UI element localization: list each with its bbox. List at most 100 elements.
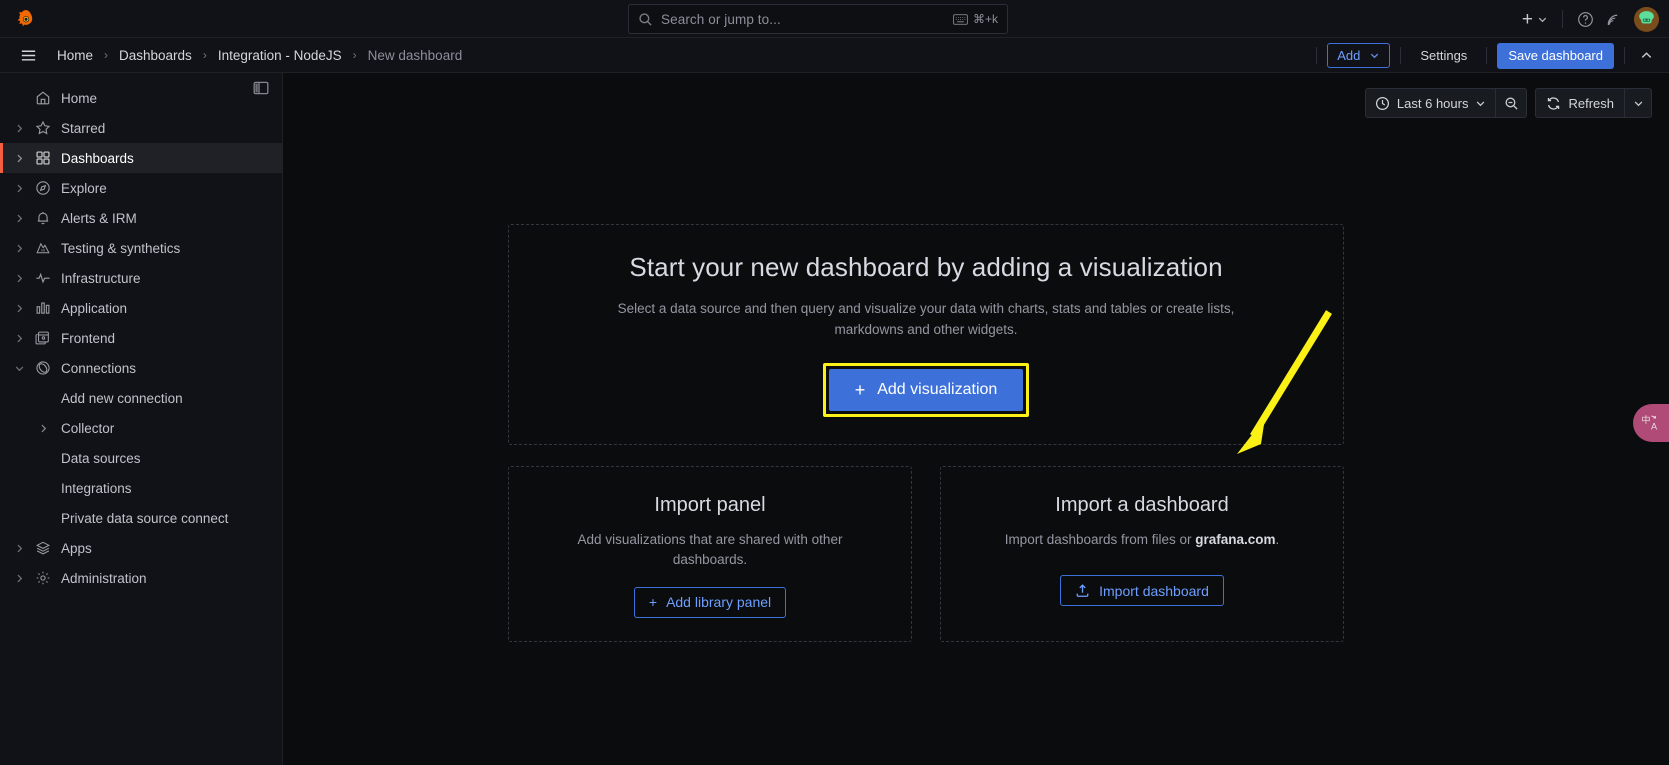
- collapse-toolbar-button[interactable]: [1635, 45, 1657, 67]
- sidebar-item-label: Apps: [61, 540, 92, 556]
- dashboards-grid-icon: [30, 150, 56, 166]
- breadcrumb-item-home[interactable]: Home: [55, 48, 95, 63]
- import-dashboard-label: Import dashboard: [1099, 582, 1209, 599]
- search-shortcut-hint: ⌘+k: [953, 12, 998, 26]
- chevron-right-icon[interactable]: [8, 297, 30, 319]
- bell-icon: [30, 210, 56, 226]
- sidebar-item-starred[interactable]: Starred: [0, 113, 282, 143]
- news-feed-button[interactable]: [1599, 5, 1626, 33]
- action-divider: [1486, 47, 1488, 64]
- sidebar-item-label: Integrations: [61, 480, 132, 496]
- save-dashboard-button[interactable]: Save dashboard: [1497, 42, 1614, 69]
- add-button-label: Add: [1337, 48, 1361, 63]
- add-visualization-card: Start your new dashboard by adding a vis…: [508, 224, 1344, 445]
- help-button[interactable]: [1572, 5, 1599, 33]
- dashboard-action-bar: Add Settings Save dashboard: [1306, 38, 1657, 73]
- sidebar-item-label: Collector: [61, 420, 115, 436]
- time-range-picker-button[interactable]: Last 6 hours: [1366, 89, 1496, 117]
- sidebar-item-alerts-irm[interactable]: Alerts & IRM: [0, 203, 282, 233]
- connections-rings-icon: [30, 360, 56, 376]
- search-icon: [639, 12, 652, 26]
- sidebar-item-dashboards[interactable]: Dashboards: [0, 143, 282, 173]
- breadcrumb-item-integration-nodejs[interactable]: Integration - NodeJS: [216, 48, 344, 63]
- sidebar-item-connections[interactable]: Connections: [0, 353, 282, 383]
- new-item-button[interactable]: +: [1517, 5, 1553, 33]
- grafana-com-link[interactable]: grafana.com: [1195, 532, 1275, 547]
- grafana-logo-icon[interactable]: [0, 0, 52, 38]
- chevron-right-icon[interactable]: [8, 117, 30, 139]
- plus-icon: +: [854, 379, 866, 400]
- description-suffix: .: [1275, 532, 1280, 547]
- chevron-right-icon[interactable]: [8, 207, 30, 229]
- sidebar-item-collector[interactable]: Collector: [0, 413, 282, 443]
- topbar-divider: [1562, 10, 1563, 28]
- chevron-right-icon[interactable]: [8, 147, 30, 169]
- global-search-input[interactable]: Search or jump to... ⌘+k: [628, 4, 1008, 34]
- chevron-down-icon: [1634, 100, 1642, 106]
- hamburger-menu-icon[interactable]: [17, 44, 39, 66]
- import-panel-title: Import panel: [654, 494, 766, 516]
- compass-icon: [30, 180, 56, 196]
- sidebar-item-frontend[interactable]: Frontend: [0, 323, 282, 353]
- user-avatar[interactable]: [1634, 6, 1659, 32]
- sidebar-item-data-sources[interactable]: Data sources: [0, 443, 282, 473]
- add-library-panel-label: Add library panel: [666, 594, 772, 610]
- chevron-right-icon[interactable]: [8, 177, 30, 199]
- dashboard-settings-button[interactable]: Settings: [1411, 43, 1476, 68]
- sidebar-item-label: Home: [61, 90, 98, 106]
- caret-placeholder: [8, 387, 30, 409]
- plus-icon: +: [1521, 8, 1533, 30]
- primary-sidebar: Home Starred Dashboards Explore Alerts &…: [0, 73, 283, 765]
- chevron-right-icon[interactable]: [8, 567, 30, 589]
- translate-widget-button[interactable]: 中 A: [1633, 404, 1669, 442]
- sidebar-item-integrations[interactable]: Integrations: [0, 473, 282, 503]
- sidebar-item-private-data-source-connect[interactable]: Private data source connect: [0, 503, 282, 533]
- plus-icon: +: [648, 594, 658, 610]
- chevron-down-icon[interactable]: [8, 357, 30, 379]
- refresh-button[interactable]: Refresh: [1536, 89, 1624, 117]
- chevron-right-icon[interactable]: [8, 237, 30, 259]
- breadcrumb-separator: ›: [352, 48, 357, 62]
- breadcrumb-separator: ›: [104, 48, 109, 62]
- sidebar-item-label: Add new connection: [61, 390, 183, 406]
- chevron-right-icon[interactable]: [8, 267, 30, 289]
- import-dashboard-title: Import a dashboard: [1055, 494, 1229, 516]
- chevron-right-icon[interactable]: [8, 537, 30, 559]
- description-prefix: Import dashboards from files or: [1004, 532, 1196, 547]
- page-title: Start your new dashboard by adding a vis…: [629, 251, 1223, 282]
- caret-placeholder: [8, 417, 30, 439]
- zoom-out-icon: [1505, 97, 1518, 110]
- sidebar-item-infrastructure[interactable]: Infrastructure: [0, 263, 282, 293]
- import-dashboard-card: Import a dashboard Import dashboards fro…: [940, 466, 1344, 642]
- sidebar-item-administration[interactable]: Administration: [0, 563, 282, 593]
- home-icon: [30, 90, 56, 106]
- dashboard-toolbar: Last 6 hours Refresh: [1364, 88, 1652, 118]
- sidebar-item-home[interactable]: Home: [0, 83, 282, 113]
- breadcrumb-item-dashboards[interactable]: Dashboards: [117, 48, 194, 63]
- gear-icon: [30, 570, 56, 586]
- search-placeholder-text: Search or jump to...: [661, 11, 781, 27]
- breadcrumb-item-new-dashboard: New dashboard: [367, 47, 463, 63]
- sidebar-item-explore[interactable]: Explore: [0, 173, 282, 203]
- sidebar-item-apps[interactable]: Apps: [0, 533, 282, 563]
- chevron-right-icon[interactable]: [8, 327, 30, 349]
- sidebar-item-testing-synthetics[interactable]: k6 Testing & synthetics: [0, 233, 282, 263]
- add-panel-button[interactable]: Add: [1327, 43, 1391, 68]
- add-visualization-button[interactable]: + Add visualization: [828, 369, 1024, 412]
- add-library-panel-button[interactable]: + Add library panel: [633, 586, 787, 618]
- sidebar-item-label: Administration: [61, 570, 147, 586]
- zoom-out-time-button[interactable]: [1496, 89, 1526, 117]
- sidebar-item-add-new-connection[interactable]: Add new connection: [0, 383, 282, 413]
- refresh-interval-dropdown[interactable]: [1625, 89, 1651, 117]
- import-dashboard-button[interactable]: Import dashboard: [1060, 575, 1224, 607]
- breadcrumb: Home › Dashboards › Integration - NodeJS…: [55, 48, 464, 63]
- sidebar-item-application[interactable]: Application: [0, 293, 282, 323]
- sidebar-item-label: Alerts & IRM: [61, 210, 137, 226]
- breadcrumb-separator: ›: [202, 48, 207, 62]
- add-visualization-label: Add visualization: [877, 381, 998, 399]
- user-avatar-icon: [1634, 6, 1659, 32]
- secondary-cards: Import panel Add visualizations that are…: [508, 466, 1344, 642]
- time-range-label: Last 6 hours: [1396, 95, 1469, 111]
- chevron-down-icon: [1538, 17, 1547, 22]
- chevron-right-icon[interactable]: [30, 423, 56, 434]
